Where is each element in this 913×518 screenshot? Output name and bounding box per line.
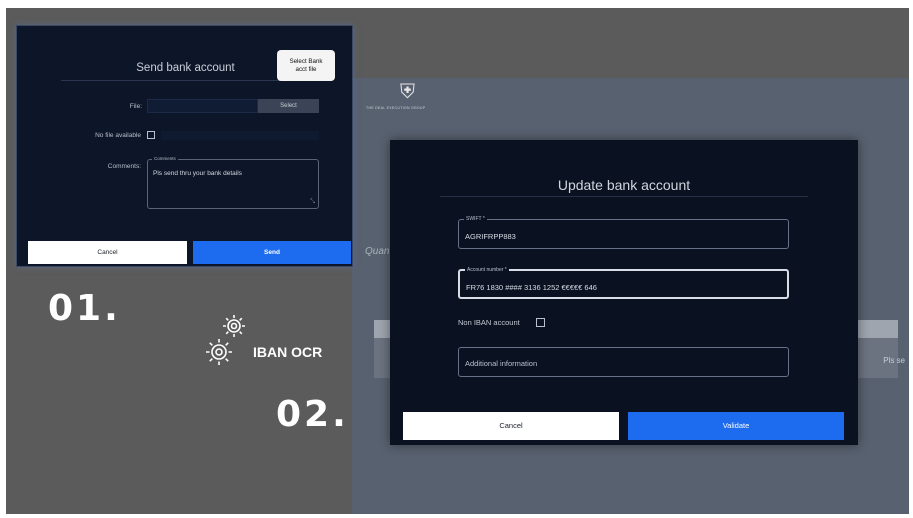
file-input[interactable] (147, 99, 258, 113)
no-file-checkbox[interactable] (147, 131, 155, 139)
validate-button[interactable]: Validate (628, 412, 844, 440)
send-bank-account-dialog: Send bank account Select Bank acct file … (16, 25, 353, 267)
non-iban-checkbox[interactable] (536, 318, 545, 327)
send-button[interactable]: Send (193, 241, 351, 264)
comments-textarea[interactable]: Comments Pls send thru your bank details… (147, 156, 319, 209)
swift-value: AGRIFRPP883 (465, 232, 516, 241)
gears-icon (206, 315, 245, 365)
app-logo: ⛨ THE DEAL EXECUTION GROUP (366, 82, 446, 114)
non-iban-label: Non IBAN account (458, 318, 520, 327)
shield-logo-icon: ⛨ (400, 81, 415, 103)
additional-information-field[interactable]: Additional information (458, 347, 789, 377)
tooltip-line-2: acct file (295, 66, 317, 73)
swift-legend: SWIFT * (464, 216, 487, 222)
account-number-value: FR76 1830 #### 3136 1252 €€€€€ 646 (466, 283, 597, 292)
screenshot-stage: ⛨ THE DEAL EXECUTION GROUP Quant Pls se … (6, 8, 909, 514)
resize-grip-icon[interactable]: ⤡ (310, 199, 315, 206)
cancel-button[interactable]: Cancel (403, 412, 619, 440)
swift-field[interactable]: SWIFT * AGRIFRPP883 (458, 216, 789, 249)
title-divider (440, 196, 808, 197)
cancel-button[interactable]: Cancel (28, 241, 187, 264)
account-number-field[interactable]: Account number * FR76 1830 #### 3136 125… (458, 267, 789, 299)
select-file-tooltip: Select Bank acct file (277, 50, 335, 81)
dialog-title: Update bank account (557, 177, 691, 193)
brand-name: THE DEAL EXECUTION GROUP (366, 106, 426, 110)
comments-label: Comments: (107, 163, 141, 170)
comments-legend: Comments (152, 156, 178, 161)
step-2-label: 02. (276, 394, 349, 435)
select-file-button[interactable]: Select (258, 99, 319, 113)
quantity-label: Quant (365, 246, 393, 257)
step-1-label: 01. (48, 288, 121, 329)
tooltip-line-1: Select Bank (289, 58, 323, 65)
title-divider (61, 80, 314, 81)
file-label: File: (129, 103, 142, 110)
iban-ocr-label: IBAN OCR (253, 344, 323, 360)
no-file-label: No file available (95, 132, 141, 139)
comments-value: Pls send thru your bank details (153, 170, 242, 177)
account-number-legend: Account number * (465, 267, 509, 273)
table-row-text: Pls se (883, 356, 905, 365)
no-file-field (161, 131, 319, 140)
additional-information-placeholder: Additional information (465, 359, 538, 368)
update-bank-account-dialog: Update bank account SWIFT * AGRIFRPP883 … (390, 140, 858, 445)
